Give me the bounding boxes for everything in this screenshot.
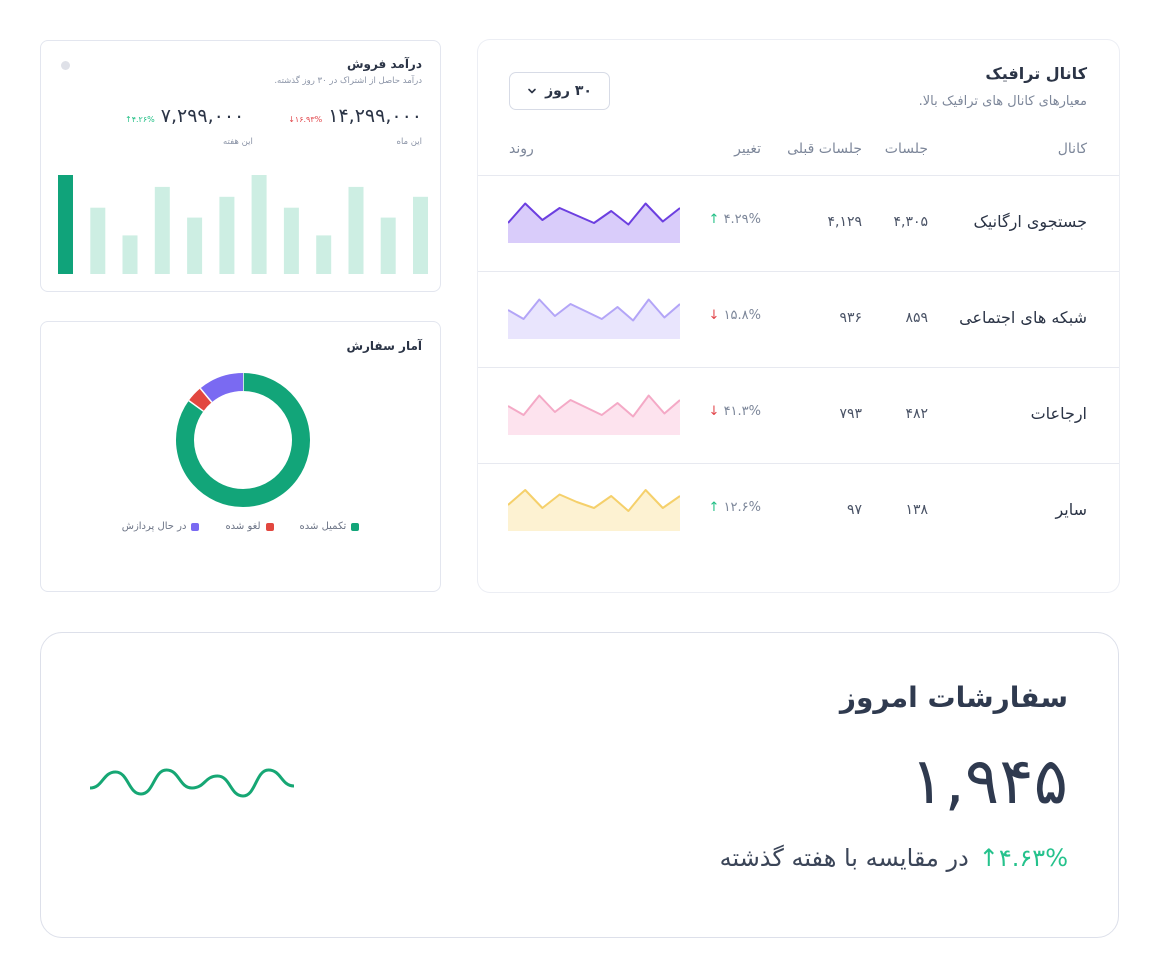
kpi-month-label: این ماه [396, 137, 423, 147]
revenue-bar [251, 175, 267, 274]
legend-swatch-icon [351, 522, 360, 531]
revenue-bar [90, 207, 106, 274]
change-value: ↓ ۴۱.۳% [708, 404, 761, 419]
change-value: ↓ ۱۵.۸% [708, 308, 761, 323]
revenue-title: درآمد فروش [346, 57, 422, 71]
kpi-this-month: ↓۱۶.۹۳% ۱۴,۲۹۹,۰۰۰ [288, 105, 422, 127]
legend-item[interactable]: در حال پردازش [122, 521, 200, 532]
row-divider [478, 463, 1119, 464]
col-header-prev-sessions: جلسات قبلی [787, 141, 862, 157]
kpi-month-change: ↓۱۶.۹۳% [288, 115, 323, 124]
arrow-down-icon: ↓ [708, 308, 724, 323]
channel-name: شبکه های اجتماعی [959, 308, 1087, 327]
arrow-down-icon: ↓ [708, 404, 724, 419]
revenue-bar [413, 196, 428, 274]
revenue-bar [348, 186, 364, 274]
legend-label: تکمیل شده [299, 521, 347, 532]
donut-slice [188, 388, 212, 412]
kpi-month-value: ۱۴,۲۹۹,۰۰۰ [328, 105, 422, 127]
legend-swatch-icon [191, 522, 200, 531]
traffic-channels-card: کانال ترافیک معیارهای کانال های ترافیک ب… [478, 40, 1119, 592]
trend-sparkline [508, 394, 680, 435]
revenue-bar [122, 235, 138, 274]
today-orders-comparison: ↑۴.۶۳% در مقایسه با هفته گذشته [720, 844, 1068, 872]
prev-sessions-value: ۷۹۳ [839, 406, 862, 422]
revenue-bar [219, 196, 235, 274]
today-orders-value: ۱,۹۴۵ [910, 745, 1068, 819]
channel-name: جستجوی ارگانیک [973, 212, 1087, 231]
comparison-text: در مقایسه با هفته گذشته [719, 844, 969, 872]
today-orders-title: سفارشات امروز [839, 681, 1068, 714]
trend-sparkline [508, 202, 680, 243]
trend-sparkline [508, 489, 680, 531]
prev-sessions-value: ۴,۱۲۹ [827, 214, 862, 230]
sessions-value: ۸۵۹ [905, 310, 928, 326]
col-header-change: تغییر [734, 141, 761, 157]
arrow-up-icon: ↑ [708, 212, 724, 227]
kpi-this-week: ↑۴.۲۶% ۷,۲۹۹,۰۰۰ [125, 105, 244, 127]
trend-sparkline [508, 298, 680, 339]
legend-item[interactable]: لغو شده [225, 521, 274, 532]
today-orders-sparkline [90, 768, 294, 798]
range-dropdown-button[interactable]: ۳۰ روز [509, 72, 610, 110]
arrow-down-icon: ↓ [288, 115, 295, 124]
change-value: ↑ ۴.۲۹% [708, 212, 761, 227]
revenue-bar-chart [58, 175, 428, 274]
order-stats-title: آمار سفارش [346, 339, 422, 353]
channel-name: سایر [1055, 500, 1087, 519]
today-trend-line [90, 768, 294, 798]
order-stats-card: آمار سفارش تکمیل شده لغو شده در حال پردازش [40, 321, 441, 592]
col-header-sessions: جلسات [884, 141, 928, 157]
legend-swatch-icon [265, 522, 274, 531]
row-divider [478, 271, 1119, 272]
prev-sessions-value: ۹۷ [846, 502, 862, 518]
card-menu-icon[interactable] [61, 61, 70, 70]
range-label: ۳۰ روز [545, 83, 592, 99]
sessions-value: ۱۳۸ [905, 502, 928, 518]
sessions-value: ۴,۳۰۵ [893, 214, 928, 230]
legend-label: در حال پردازش [121, 521, 187, 532]
today-orders-change: ↑۴.۶۳% [978, 844, 1068, 872]
legend-label: لغو شده [225, 521, 261, 532]
traffic-subtitle: معیارهای کانال های ترافیک بالا. [918, 94, 1087, 109]
kpi-week-label: این هفته [223, 137, 253, 147]
revenue-bar [380, 217, 396, 274]
kpi-week-change: ↑۴.۲۶% [125, 115, 155, 124]
arrow-up-icon: ↑ [978, 844, 999, 872]
revenue-bar [283, 207, 299, 274]
revenue-bar [316, 235, 332, 274]
legend-item[interactable]: تکمیل شده [300, 521, 360, 532]
donut-slice [200, 373, 244, 403]
col-header-channel: کانال [1057, 141, 1087, 157]
revenue-subtitle: درآمد حاصل از اشتراک در ۳۰ روز گذشته. [274, 76, 422, 86]
revenue-bar [187, 217, 203, 274]
chevron-down-icon [528, 88, 536, 94]
order-donut-chart [176, 373, 310, 507]
row-divider [478, 367, 1119, 368]
prev-sessions-value: ۹۳۶ [839, 310, 862, 326]
traffic-title: کانال ترافیک [985, 64, 1087, 83]
col-header-trend: روند [509, 141, 534, 157]
change-value: ↑ ۱۲.۶% [708, 500, 761, 515]
today-orders-card: سفارشات امروز ۱,۹۴۵ ↑۴.۶۳% در مقایسه با … [40, 632, 1119, 938]
sessions-value: ۴۸۲ [905, 406, 928, 422]
channel-name: ارجاعات [1030, 404, 1087, 423]
revenue-card: درآمد فروش درآمد حاصل از اشتراک در ۳۰ رو… [40, 40, 441, 292]
arrow-up-icon: ↑ [708, 500, 724, 515]
arrow-up-icon: ↑ [125, 115, 132, 124]
table-divider [478, 175, 1119, 176]
kpi-week-value: ۷,۲۹۹,۰۰۰ [160, 105, 245, 127]
order-legend: تکمیل شده لغو شده در حال پردازش [41, 521, 440, 532]
revenue-bar [154, 186, 170, 274]
revenue-bar [58, 175, 73, 274]
